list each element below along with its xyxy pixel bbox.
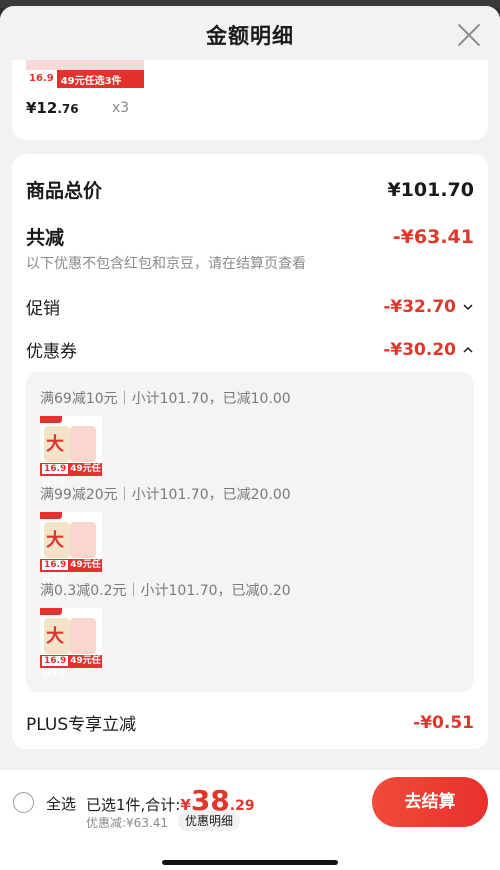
item-price: ¥12.76 bbox=[26, 99, 79, 117]
coupon-label: 优惠券 bbox=[26, 342, 77, 362]
thumb-price: 16.9 bbox=[42, 464, 69, 474]
coupon-detail-box: 满69减10元｜小计101.70，已减10.00 大 16.9 49元任选3件 满… bbox=[26, 372, 474, 692]
item-quantity: x3 bbox=[112, 100, 130, 116]
coupon-line-2: 满99减20元｜小计101.70，已减20.00 bbox=[40, 487, 291, 503]
sheet-header: 金额明细 bbox=[0, 6, 500, 66]
coupon-line-1: 满69减10元｜小计101.70，已减10.00 bbox=[40, 391, 291, 407]
thumb-price: 16.9 bbox=[42, 656, 69, 666]
promo-label: 促销 bbox=[26, 299, 60, 319]
plus-value: -¥0.51 bbox=[413, 712, 474, 733]
thumb-text: 49元任选3件 bbox=[60, 75, 122, 87]
item-price-main: ¥12 bbox=[26, 99, 58, 117]
discount-amount: 优惠减:¥63.41 bbox=[86, 816, 169, 830]
select-all-radio[interactable] bbox=[13, 792, 34, 813]
home-indicator bbox=[162, 860, 338, 865]
reduce-label: 共减 bbox=[26, 227, 65, 249]
selected-text: 已选1件,合计: bbox=[86, 796, 181, 814]
promo-row[interactable]: 促销 -¥32.70 bbox=[26, 294, 474, 319]
coupon-row[interactable]: 优惠券 -¥30.20 bbox=[26, 337, 474, 362]
breakdown-card: 商品总价 ¥101.70 共减 -¥63.41 以下优惠不包含红包和京豆，请在结… bbox=[12, 154, 488, 749]
chevron-up-icon[interactable] bbox=[462, 344, 474, 356]
coupon-value: -¥30.20 bbox=[383, 339, 456, 360]
total-label: 商品总价 bbox=[26, 180, 103, 202]
checkout-bar: 全选 已选1件,合计: ¥ 38 .29 优惠减:¥63.41 优惠明细 去结算 bbox=[0, 770, 500, 870]
plus-label: PLUS专享立减 bbox=[26, 715, 137, 735]
coupon-value-wrap: -¥30.20 bbox=[383, 340, 474, 360]
thumb-big-char: 大 bbox=[46, 626, 64, 647]
coupon-line-3: 满0.3减0.2元｜小计101.70，已减0.20 bbox=[40, 583, 291, 599]
total-value: ¥101.70 bbox=[387, 178, 474, 201]
item-card: 16.9 49元任选3件 ¥12.76 x3 bbox=[12, 60, 488, 140]
reduce-row: 共减 -¥63.41 bbox=[26, 223, 474, 250]
discount-detail-button[interactable]: 优惠明细 bbox=[178, 811, 241, 831]
item-price-decimal: .76 bbox=[57, 102, 79, 116]
coupon-product-thumbnail: 大 16.9 49元任选3件 bbox=[40, 608, 102, 679]
thumb-price: 16.9 bbox=[42, 560, 69, 570]
select-all-label[interactable]: 全选 bbox=[46, 793, 76, 814]
promo-value: -¥32.70 bbox=[383, 296, 456, 317]
thumb-big-char: 大 bbox=[46, 530, 64, 551]
sheet-title: 金额明细 bbox=[206, 24, 294, 48]
coupon-product-thumbnail: 大 16.9 49元任选3件 bbox=[40, 512, 102, 583]
chevron-down-icon[interactable] bbox=[462, 301, 474, 313]
amount-detail-sheet: 金额明细 16.9 49元任选3件 ¥12.76 x3 商品总价 ¥101.70… bbox=[0, 6, 500, 870]
total-row: 商品总价 ¥101.70 bbox=[26, 176, 474, 203]
close-icon[interactable] bbox=[456, 22, 482, 48]
discount-note: 以下优惠不包含红包和京豆，请在结算页查看 bbox=[26, 256, 306, 272]
product-thumbnail: 16.9 49元任选3件 bbox=[26, 60, 144, 92]
thumb-price: 16.9 bbox=[26, 70, 57, 88]
promo-value-wrap: -¥32.70 bbox=[383, 297, 474, 317]
reduce-value: -¥63.41 bbox=[392, 225, 474, 248]
plus-row: PLUS专享立减 -¥0.51 bbox=[26, 710, 474, 736]
checkout-button[interactable]: 去结算 bbox=[372, 777, 488, 827]
thumb-big-char: 大 bbox=[46, 434, 64, 455]
coupon-product-thumbnail: 大 16.9 49元任选3件 bbox=[40, 416, 102, 487]
